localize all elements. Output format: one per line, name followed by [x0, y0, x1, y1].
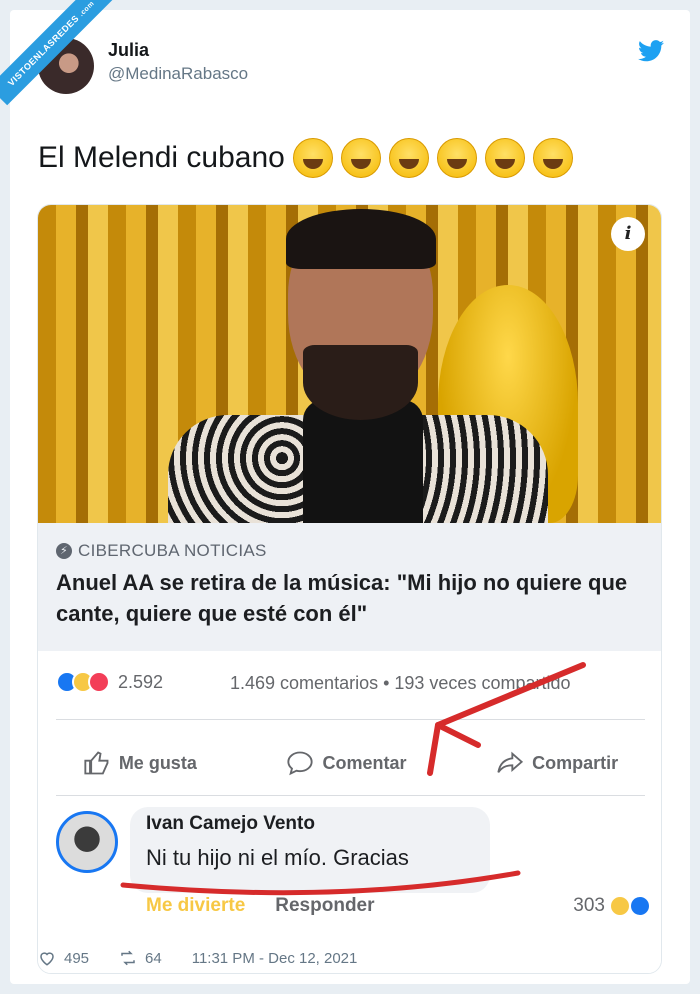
comment-button[interactable]: Comentar — [286, 749, 406, 777]
retweet-icon[interactable] — [119, 949, 137, 967]
reaction-count: 2.592 — [118, 671, 164, 692]
news-photo[interactable]: i — [38, 205, 661, 523]
joy-emoji-icon — [436, 138, 477, 178]
tweet-meta: 495 64 11:31 PM - Dec 12, 2021 — [38, 949, 357, 967]
twitter-bird-icon[interactable] — [638, 40, 664, 62]
action-bar: Me gusta Comentar Compartir — [38, 731, 661, 795]
divider — [56, 795, 645, 796]
reaction-summary[interactable]: 2.592 — [56, 671, 163, 693]
timestamp[interactable]: 11:31 PM - Dec 12, 2021 — [192, 950, 358, 967]
source-label: CIBERCUBA NOTICIAS — [78, 541, 267, 560]
like-reaction-icon — [629, 895, 651, 917]
share-icon — [497, 751, 524, 773]
laughing-emoji-icon — [388, 138, 429, 178]
haha-reaction-icon — [609, 895, 631, 917]
divider — [56, 719, 645, 720]
link-source: ⚡ CIBERCUBA NOTICIAS — [56, 541, 267, 561]
post-stats[interactable]: 1.469 comentarios • 193 veces compartido — [230, 673, 571, 694]
comment-icon — [287, 751, 314, 776]
retweet-count: 64 — [145, 949, 162, 967]
comment-text: Ni tu hijo ni el mío. Gracias — [146, 845, 409, 870]
reply-link[interactable]: Responder — [275, 895, 374, 917]
like-count: 495 — [64, 949, 90, 967]
react-link[interactable]: Me divierte — [146, 895, 245, 917]
joy-emoji-icon — [484, 138, 525, 178]
laughing-emoji-icon — [292, 138, 333, 178]
tweet-body: El Melendi cubano — [38, 141, 285, 174]
comment-label: Comentar — [322, 752, 407, 773]
thumbs-up-icon — [84, 751, 109, 775]
comment-reactions[interactable]: 303 — [573, 895, 651, 917]
link-preview[interactable]: ⚡ CIBERCUBA NOTICIAS Anuel AA se retira … — [38, 523, 661, 651]
commenter-avatar[interactable] — [56, 811, 118, 873]
like-label: Me gusta — [118, 752, 197, 773]
tweet-card: VISTOENLASREDES .com Julia @MedinaRabasc… — [0, 0, 690, 984]
laughing-emoji-icon — [340, 138, 381, 178]
commenter-name[interactable]: Ivan Camejo Vento — [146, 813, 315, 835]
comment-actions: Me divierte Responder — [146, 895, 375, 917]
share-label: Compartir — [532, 752, 619, 773]
like-button[interactable]: Me gusta — [83, 749, 197, 777]
joy-emoji-icon — [532, 138, 573, 178]
person-beard — [303, 345, 418, 420]
link-headline[interactable]: Anuel AA se retira de la música: "Mi hij… — [56, 567, 636, 629]
tweet-text: El Melendi cubano — [38, 138, 573, 178]
attached-image[interactable]: i ⚡ CIBERCUBA NOTICIAS Anuel AA se retir… — [37, 204, 662, 974]
love-reaction-icon — [88, 671, 110, 693]
share-button[interactable]: Compartir — [496, 749, 618, 777]
author-handle[interactable]: @MedinaRabasco — [108, 64, 248, 84]
facebook-post-footer: 2.592 1.469 comentarios • 193 veces comp… — [38, 651, 661, 973]
comment-reaction-count: 303 — [573, 895, 605, 916]
author-name[interactable]: Julia — [108, 40, 149, 61]
info-icon[interactable]: i — [611, 217, 645, 251]
bolt-icon: ⚡ — [56, 543, 72, 559]
person-hair — [286, 209, 436, 269]
heart-icon[interactable] — [38, 949, 56, 967]
